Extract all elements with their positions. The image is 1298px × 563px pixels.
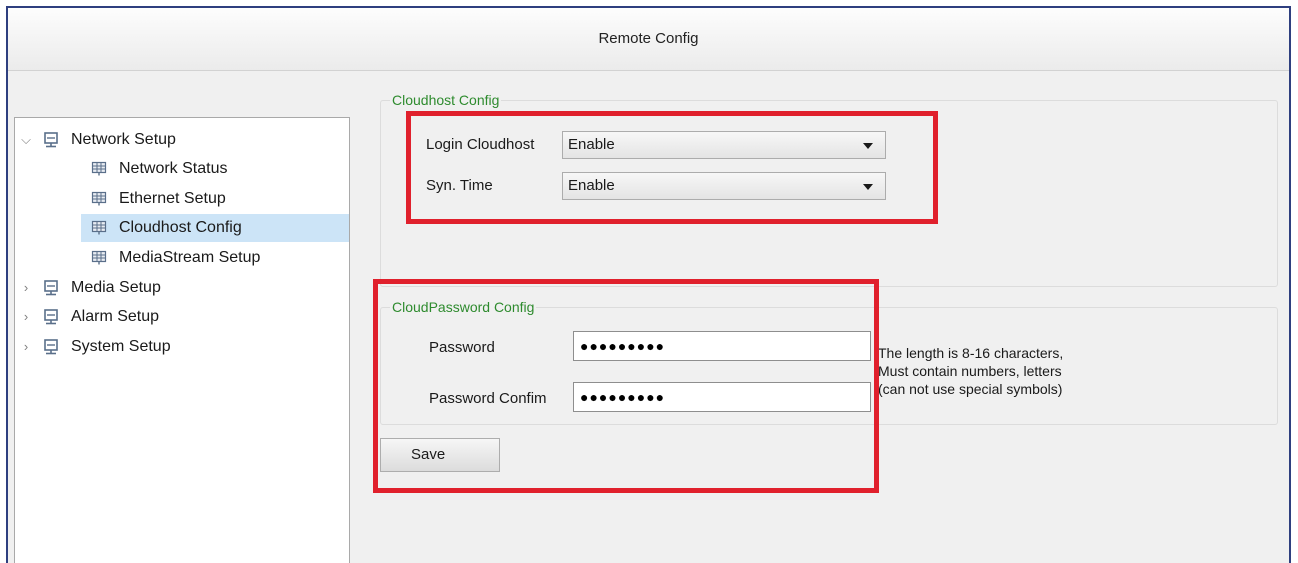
settings-tree: ⌵ Network Setup Network Status Ethernet …	[14, 117, 350, 563]
password-hint-line: Must contain numbers, letters	[878, 363, 1062, 379]
tree-item-label: Alarm Setup	[71, 308, 160, 325]
tree-item-system-setup[interactable]: › System Setup	[15, 333, 349, 361]
network-folder-icon	[44, 280, 58, 296]
cloudpassword-config-title: CloudPassword Config	[390, 298, 537, 316]
password-confirm-label: Password Confim	[429, 390, 547, 407]
grid-page-icon	[91, 191, 107, 206]
password-label: Password	[429, 339, 495, 356]
tree-item-network-status[interactable]: Network Status	[15, 155, 349, 183]
tree-item-label: MediaStream Setup	[119, 249, 261, 266]
network-folder-icon	[44, 339, 58, 355]
grid-page-icon	[91, 220, 107, 235]
tree-item-cloudhost-config[interactable]: Cloudhost Config	[81, 214, 349, 242]
tree-item-label: System Setup	[71, 338, 171, 355]
password-hint-line: The length is 8-16 characters,	[878, 345, 1064, 361]
save-button[interactable]: Save	[380, 438, 500, 472]
dropdown-caret-icon	[863, 143, 873, 149]
password-confirm-input[interactable]: ●●●●●●●●●	[573, 382, 871, 412]
password-input[interactable]: ●●●●●●●●●	[573, 331, 871, 361]
tree-item-ethernet-setup[interactable]: Ethernet Setup	[15, 185, 349, 213]
syn-time-value: Enable	[568, 177, 615, 194]
syn-time-select[interactable]: Enable	[562, 172, 886, 200]
tree-item-label: Network Status	[119, 160, 228, 177]
title-bar: Remote Config	[8, 8, 1289, 71]
tree-item-network-setup[interactable]: ⌵ Network Setup	[15, 126, 349, 154]
login-cloudhost-label: Login Cloudhost	[426, 136, 535, 153]
syn-time-label: Syn. Time	[426, 177, 493, 194]
password-hint-line: (can not use special symbols)	[878, 381, 1063, 397]
login-cloudhost-select[interactable]: Enable	[562, 131, 886, 159]
grid-page-icon	[91, 250, 107, 265]
tree-item-mediastream-setup[interactable]: MediaStream Setup	[15, 244, 349, 272]
network-folder-icon	[44, 132, 58, 148]
window-title: Remote Config	[598, 30, 699, 47]
tree-item-label: Media Setup	[71, 279, 161, 296]
tree-item-alarm-setup[interactable]: › Alarm Setup	[15, 303, 349, 331]
login-cloudhost-value: Enable	[568, 136, 615, 153]
chevron-right-icon[interactable]: ›	[19, 274, 33, 302]
tree-item-media-setup[interactable]: › Media Setup	[15, 274, 349, 302]
chevron-right-icon[interactable]: ›	[19, 333, 33, 361]
chevron-down-icon[interactable]: ⌵	[19, 126, 33, 154]
tree-item-label: Cloudhost Config	[119, 219, 242, 236]
chevron-right-icon[interactable]: ›	[19, 303, 33, 331]
tree-item-label: Network Setup	[71, 131, 176, 148]
cloudhost-config-title: Cloudhost Config	[390, 91, 502, 109]
tree-item-label: Ethernet Setup	[119, 190, 226, 207]
password-hint: The length is 8-16 characters, Must cont…	[878, 344, 1063, 398]
dropdown-caret-icon	[863, 184, 873, 190]
network-folder-icon	[44, 309, 58, 325]
grid-page-icon	[91, 161, 107, 176]
